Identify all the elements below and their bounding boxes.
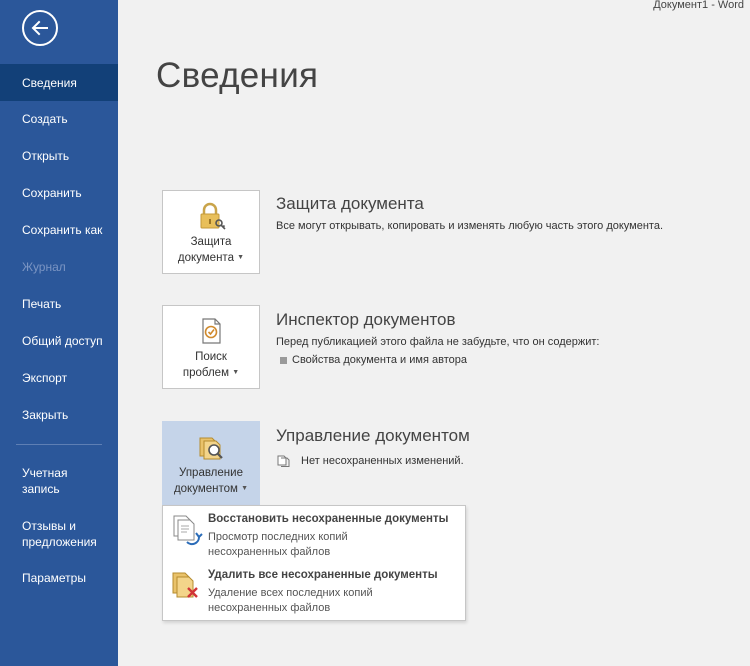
sidebar-item-account[interactable]: Учетная запись: [0, 465, 118, 497]
sidebar-item-save[interactable]: Сохранить: [0, 185, 118, 201]
inspect-document-icon: [202, 318, 221, 344]
manage-document-button[interactable]: Управление документом ▼: [162, 421, 260, 505]
backstage-sidebar: Сведения Создать Открыть Сохранить Сохра…: [0, 0, 118, 666]
delete-unsaved-documents-item[interactable]: Удалить все несохраненные документы Удал…: [163, 562, 465, 618]
chevron-down-icon: ▼: [232, 369, 240, 376]
sidebar-item-close[interactable]: Закрыть: [0, 407, 118, 423]
recover-document-icon: [173, 515, 203, 546]
sidebar-item-share[interactable]: Общий доступ: [0, 333, 118, 349]
back-button[interactable]: [22, 10, 58, 46]
lock-key-icon: [200, 202, 226, 230]
window-title: Документ1 - Word: [653, 0, 744, 11]
chevron-down-icon: ▼: [237, 254, 245, 261]
bullet-marker: [280, 357, 287, 364]
recover-unsaved-documents-item[interactable]: Восстановить несохраненные документы Про…: [163, 506, 465, 562]
sidebar-item-info[interactable]: Сведения: [0, 64, 118, 101]
arrow-left-icon: [31, 20, 48, 36]
inspect-bullet-text: Свойства документа и имя автора: [292, 354, 467, 366]
sidebar-item-options[interactable]: Параметры: [0, 570, 118, 586]
sidebar-item-history: Журнал: [22, 260, 66, 274]
protect-section-desc: Все могут открывать, копировать и изменя…: [276, 220, 664, 232]
inspect-section-desc: Перед публикацией этого файла не забудьт…: [276, 336, 600, 348]
manage-section-title: Управление документом: [276, 426, 470, 445]
manage-status-text: Нет несохраненных изменений.: [301, 455, 464, 467]
sidebar-item-print[interactable]: Печать: [0, 296, 118, 312]
manage-document-dropdown: Восстановить несохраненные документы Про…: [162, 505, 466, 621]
check-for-issues-button[interactable]: Поиск проблем ▼: [162, 305, 260, 389]
protect-section-title: Защита документа: [276, 194, 424, 213]
sidebar-item-export[interactable]: Экспорт: [0, 370, 118, 386]
sidebar-divider: [16, 444, 102, 445]
chevron-down-icon: ▼: [241, 485, 249, 492]
sidebar-item-open[interactable]: Открыть: [0, 148, 118, 164]
manage-document-icon: [199, 437, 223, 460]
inspect-section-title: Инспектор документов: [276, 310, 456, 329]
documents-icon: [277, 455, 290, 467]
sidebar-item-new[interactable]: Создать: [0, 111, 118, 127]
sidebar-item-feedback[interactable]: Отзывы и предложения: [0, 518, 118, 550]
sidebar-item-save-as[interactable]: Сохранить как: [0, 222, 118, 238]
delete-documents-icon: [172, 572, 198, 598]
page-title: Сведения: [156, 56, 319, 95]
protect-document-button[interactable]: Защита документа ▼: [162, 190, 260, 274]
